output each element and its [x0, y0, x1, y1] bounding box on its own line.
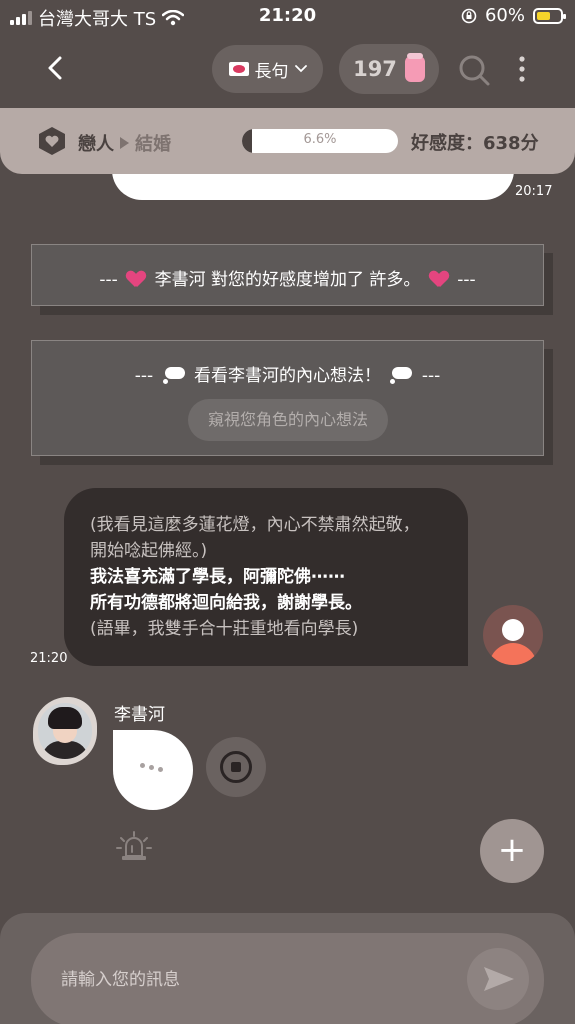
system-notice-affinity: --- 李書河 對您的好感度增加了 許多。 --- — [31, 244, 544, 306]
relationship-stage: 戀人 結婚 — [78, 130, 171, 156]
battery-icon — [533, 7, 566, 24]
relationship-next: 結婚 — [135, 134, 171, 155]
points-counter[interactable]: 197 — [339, 44, 439, 94]
message-line: 所有功德都將迴向給我，謝謝學長。 — [90, 593, 362, 613]
more-options-icon[interactable] — [510, 54, 534, 86]
notice-text: 李書河 對您的好感度增加了 許多。 — [154, 270, 421, 290]
typing-indicator — [113, 730, 193, 810]
notice-suffix: --- — [421, 366, 441, 386]
relationship-current: 戀人 — [78, 134, 114, 155]
plus-icon: + — [497, 830, 527, 870]
heart-icon — [127, 271, 145, 287]
message-timestamp: 20:17 — [515, 184, 553, 199]
affinity-progress-label: 6.6% — [303, 132, 337, 147]
message-line: (語畢，我雙手合十莊重地看向學長) — [90, 619, 359, 639]
mode-label: 長句 — [254, 61, 289, 82]
send-icon — [484, 967, 514, 991]
affinity-bar[interactable]: 戀人 結婚 6.6% 好感度：638分 — [0, 108, 575, 174]
character-name: 李書河 — [114, 705, 165, 725]
heart-hexagon-icon — [39, 127, 65, 155]
envelope-heart-icon — [228, 62, 249, 76]
triangle-right-icon — [120, 137, 129, 149]
add-button[interactable]: + — [480, 819, 544, 883]
message-line: (我看見這麼多蓮花燈，內心不禁肅然起敬， — [90, 515, 420, 535]
back-icon[interactable] — [40, 52, 72, 84]
mode-selector[interactable]: 長句 — [212, 45, 323, 93]
notice-prefix: --- — [134, 366, 154, 386]
system-notice-thoughts: --- 看看李書河的內心想法！ --- 窺視您角色的內心想法 — [31, 340, 544, 456]
affinity-score: 好感度：638分 — [411, 133, 539, 154]
search-icon[interactable] — [456, 52, 492, 88]
heart-icon — [430, 271, 448, 287]
chevron-down-icon — [294, 65, 307, 73]
send-button[interactable] — [467, 948, 529, 1010]
peek-thoughts-button[interactable]: 窺視您角色的內心想法 — [188, 399, 388, 441]
notice-prefix: --- — [99, 270, 118, 290]
battery-percent: 60% — [484, 5, 525, 26]
notice-text: 看看李書河的內心想法！ — [194, 366, 381, 386]
message-timestamp: 21:20 — [30, 651, 68, 666]
message-input[interactable] — [61, 963, 441, 997]
affinity-progress: 6.6% — [242, 129, 398, 153]
points-count: 197 — [353, 57, 397, 81]
message-composer — [0, 913, 575, 1024]
status-bar: 台灣大哥大 TS 21:20 60% — [0, 0, 575, 34]
notice-suffix: --- — [457, 270, 476, 290]
siren-icon[interactable] — [113, 828, 155, 864]
message-input-wrapper — [31, 933, 544, 1024]
user-message-bubble[interactable]: (我看見這麼多蓮花燈，內心不禁肅然起敬， 開始唸起佛經。) 我法喜充滿了學長，阿… — [64, 488, 468, 666]
message-line: 我法喜充滿了學長，阿彌陀佛⋯⋯ — [90, 567, 345, 587]
thought-bubble-icon — [390, 367, 413, 384]
message-line: 開始唸起佛經。) — [90, 541, 208, 561]
rotation-lock-icon — [461, 8, 477, 23]
jar-icon — [404, 53, 425, 82]
character-avatar[interactable] — [33, 697, 97, 765]
top-bar: 長句 197 — [0, 40, 575, 100]
user-avatar[interactable] — [483, 605, 543, 665]
thought-bubble-icon — [162, 367, 185, 384]
stop-generation-button[interactable] — [206, 737, 266, 797]
